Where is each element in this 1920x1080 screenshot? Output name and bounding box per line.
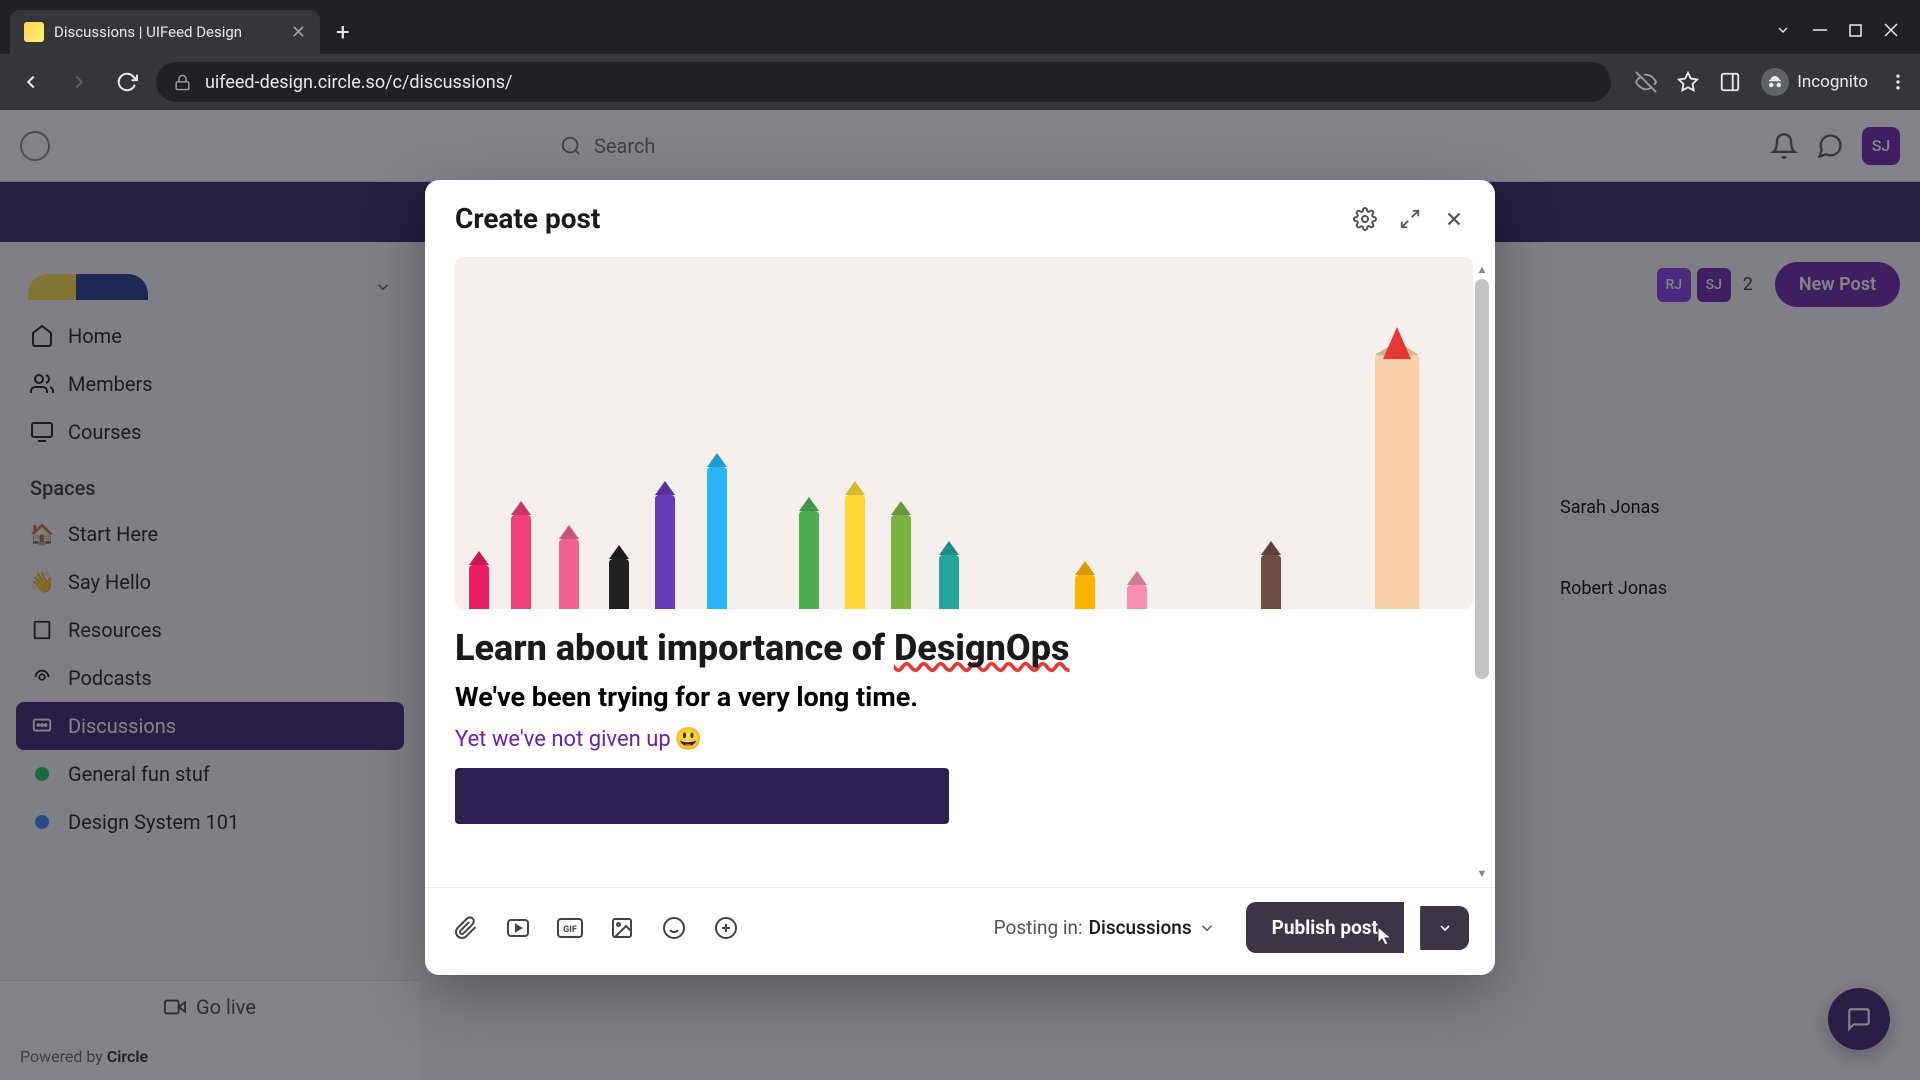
- post-subtitle[interactable]: We've been trying for a very long time.: [455, 681, 1473, 713]
- new-tab-button[interactable]: +: [320, 18, 366, 46]
- modal-overlay[interactable]: Create post: [0, 110, 1920, 1080]
- gif-button[interactable]: GIF: [555, 913, 585, 943]
- chevron-down-icon: [1198, 919, 1216, 937]
- panel-icon[interactable]: [1719, 71, 1741, 93]
- emoji-button[interactable]: [659, 913, 689, 943]
- reload-button[interactable]: [108, 63, 146, 101]
- star-icon[interactable]: [1677, 71, 1699, 93]
- close-window-icon[interactable]: [1884, 22, 1898, 38]
- lock-icon: [174, 74, 191, 91]
- add-block-button[interactable]: [711, 913, 741, 943]
- publish-button[interactable]: Publish post: [1246, 902, 1404, 953]
- editor-toolbar: GIF: [451, 913, 741, 943]
- tab-title: Discussions | UIFeed Design: [54, 23, 281, 41]
- browser-tab[interactable]: Discussions | UIFeed Design ✕: [10, 10, 320, 54]
- scroll-down-icon[interactable]: ▼: [1477, 867, 1488, 881]
- attachment-button[interactable]: [451, 913, 481, 943]
- address-bar[interactable]: uifeed-design.circle.so/c/discussions/: [156, 62, 1611, 102]
- forward-button[interactable]: [60, 63, 98, 101]
- embed-block[interactable]: [455, 768, 949, 824]
- post-title[interactable]: Learn about importance of DesignOps: [455, 627, 1473, 669]
- maximize-icon[interactable]: [1849, 22, 1862, 38]
- publish-dropdown-button[interactable]: [1420, 906, 1469, 950]
- svg-text:GIF: GIF: [563, 925, 577, 935]
- close-button[interactable]: [1443, 208, 1465, 230]
- create-post-modal: Create post: [425, 180, 1495, 975]
- scroll-thumb[interactable]: [1475, 279, 1489, 679]
- url-text: uifeed-design.circle.so/c/discussions/: [205, 72, 1593, 93]
- post-body-link[interactable]: Yet we've not given up😃: [455, 727, 1473, 752]
- posting-in-space: Discussions: [1089, 916, 1192, 939]
- close-tab-icon[interactable]: ✕: [291, 22, 306, 43]
- posting-in-selector[interactable]: Posting in: Discussions: [994, 916, 1216, 939]
- settings-button[interactable]: [1353, 207, 1377, 231]
- smile-emoji-icon: 😃: [675, 727, 702, 752]
- image-button[interactable]: [607, 913, 637, 943]
- back-button[interactable]: [12, 63, 50, 101]
- modal-header: Create post: [425, 180, 1495, 257]
- modal-footer: GIF Posting in: Discussions Publish post: [425, 887, 1495, 975]
- posting-in-label: Posting in:: [994, 916, 1083, 939]
- eye-off-icon[interactable]: [1635, 71, 1657, 93]
- modal-title: Create post: [455, 202, 600, 235]
- scroll-up-icon[interactable]: ▲: [1477, 263, 1488, 277]
- incognito-icon: [1761, 68, 1789, 96]
- expand-button[interactable]: [1399, 208, 1421, 230]
- incognito-indicator[interactable]: Incognito: [1761, 68, 1868, 96]
- minimize-icon[interactable]: [1813, 22, 1827, 38]
- spell-error-word: DesignOps: [894, 627, 1070, 669]
- chevron-down-icon[interactable]: [1775, 22, 1791, 38]
- browser-tab-bar: Discussions | UIFeed Design ✕ +: [0, 0, 1920, 54]
- menu-icon[interactable]: [1888, 72, 1908, 92]
- cover-image[interactable]: [455, 257, 1473, 609]
- favicon-icon: [24, 22, 44, 42]
- modal-body: Learn about importance of DesignOps We'v…: [425, 257, 1495, 887]
- cursor-icon: [1376, 925, 1394, 947]
- video-button[interactable]: [503, 913, 533, 943]
- incognito-label: Incognito: [1797, 72, 1868, 92]
- scrollbar[interactable]: ▲ ▼: [1473, 263, 1491, 881]
- browser-toolbar: uifeed-design.circle.so/c/discussions/ I…: [0, 54, 1920, 110]
